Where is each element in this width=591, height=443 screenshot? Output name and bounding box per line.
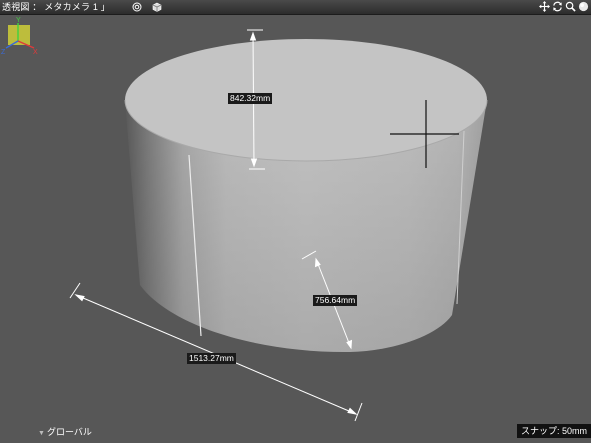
width-dimension-label: 1513.27mm bbox=[187, 353, 236, 364]
3d-viewport[interactable]: 842.32mm 756.64mm 1513.27mm Y X Z ▼ グローバル… bbox=[0, 15, 591, 443]
view-title-bar: 透視図 ： メタカメラ 1 」 bbox=[0, 0, 591, 15]
perspective-view-window: 透視図 ： メタカメラ 1 」 842.32mm 756.64mm 1513.2… bbox=[0, 0, 591, 443]
cube-icon[interactable] bbox=[152, 2, 162, 12]
height-dimension-label: 842.32mm bbox=[228, 93, 273, 104]
move-icon[interactable] bbox=[539, 1, 550, 12]
zoom-icon[interactable] bbox=[565, 1, 576, 12]
snap-status[interactable]: スナップ: 50mm bbox=[516, 424, 591, 438]
axis-z-label: Z bbox=[1, 49, 6, 55]
dropdown-arrow-icon: ▼ bbox=[38, 430, 45, 437]
axis-y-label: Y bbox=[16, 17, 21, 24]
coordinate-mode-dropdown[interactable]: ▼ グローバル bbox=[38, 426, 92, 440]
scene bbox=[69, 29, 488, 422]
coordinate-mode-label: グローバル bbox=[46, 427, 92, 437]
cylinder[interactable] bbox=[124, 39, 488, 353]
rotate-icon[interactable] bbox=[552, 1, 563, 12]
view-controls bbox=[539, 1, 589, 13]
view-title: 透視図 ： メタカメラ 1 」 bbox=[2, 2, 111, 12]
target-icon[interactable] bbox=[132, 2, 142, 12]
axis-gizmo: Y X Z bbox=[1, 17, 38, 55]
sphere-icon[interactable] bbox=[578, 1, 589, 12]
axis-x-label: X bbox=[33, 49, 38, 55]
depth-dimension-label: 756.64mm bbox=[313, 295, 358, 306]
